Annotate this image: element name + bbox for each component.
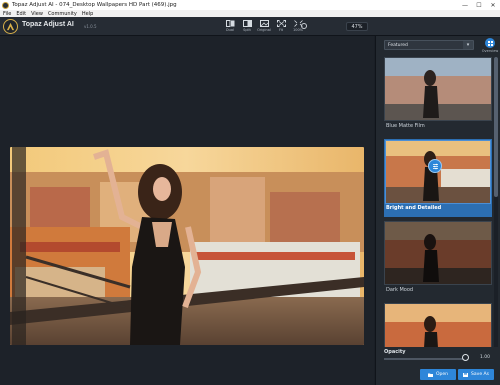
dual-view-icon: [225, 20, 234, 27]
zoom-level[interactable]: 47%: [346, 22, 368, 31]
sliders-icon[interactable]: [428, 159, 442, 173]
preset-name: Dark Mood: [386, 287, 414, 293]
preset-name: Bright and Detailed: [386, 205, 442, 211]
preset-dark-mood[interactable]: Dark Mood: [384, 221, 492, 299]
preset-thumbnail: [384, 57, 492, 121]
menu-bar: File Edit View Community Help: [0, 10, 500, 17]
preset-panel: Featured ▾ Overview Blue Matte Film Brig…: [375, 36, 500, 385]
menu-edit[interactable]: Edit: [16, 11, 26, 17]
split-view-button[interactable]: Split: [239, 19, 255, 34]
window-controls: — ☐ ✕: [458, 0, 500, 10]
preset-list: Blue Matte Film Bright and Detailed Dark…: [384, 57, 492, 347]
fit-label: Fit: [278, 28, 284, 32]
menu-view[interactable]: View: [31, 11, 43, 17]
fit-icon: [276, 20, 286, 27]
opacity-label: Opacity: [384, 349, 406, 355]
dual-view-button[interactable]: Dual: [222, 19, 238, 34]
scrollbar-thumb[interactable]: [494, 57, 498, 197]
original-view-icon: [259, 20, 269, 27]
window-title: Topaz Adjust AI - 074_Desktop Wallpapers…: [12, 2, 177, 8]
folder-icon: [427, 373, 433, 377]
open-button[interactable]: Open: [420, 369, 456, 380]
preset-thumbnail: [384, 221, 492, 285]
app-icon: [2, 1, 9, 9]
split-view-icon: [242, 20, 252, 27]
overview-button[interactable]: Overview: [480, 36, 500, 56]
preset-blue-matte-film[interactable]: Blue Matte Film: [384, 57, 492, 135]
compare-toggle-icon[interactable]: [301, 23, 307, 29]
view-tools: Dual Split Original Fit 100%: [222, 19, 307, 34]
preset-thumbnail: [384, 303, 492, 347]
preset-item-4[interactable]: [384, 303, 492, 347]
title-bar: Topaz Adjust AI - 074_Desktop Wallpapers…: [0, 0, 500, 10]
close-button[interactable]: ✕: [486, 0, 500, 10]
save-icon: [463, 372, 469, 377]
opacity-slider-handle[interactable]: [462, 354, 469, 361]
preset-scrollbar[interactable]: [494, 57, 498, 347]
preset-name: Blue Matte Film: [386, 123, 425, 129]
opacity-value: 1.00: [480, 355, 491, 360]
menu-help[interactable]: Help: [82, 11, 93, 17]
topaz-logo-icon: [3, 19, 18, 34]
toolbar: Topaz Adjust AI v1.0.5 Dual Split Origin…: [0, 17, 500, 36]
preview-image: [10, 147, 364, 345]
actual-size-label: 100%: [292, 28, 303, 32]
dropdown-value: Featured: [388, 42, 408, 48]
save-as-button[interactable]: Save As: [458, 369, 494, 380]
original-view-label: Original: [257, 28, 271, 32]
save-as-label: Save As: [471, 372, 489, 377]
opacity-slider[interactable]: [384, 358, 466, 360]
app-name: Topaz Adjust AI: [22, 21, 74, 28]
overview-label: Overview: [481, 49, 499, 53]
split-view-label: Split: [243, 28, 251, 32]
preset-bright-and-detailed[interactable]: Bright and Detailed: [384, 139, 492, 217]
dual-view-label: Dual: [225, 28, 235, 32]
open-label: Open: [435, 372, 449, 377]
image-canvas[interactable]: [0, 36, 374, 385]
menu-file[interactable]: File: [3, 11, 11, 17]
preset-category-dropdown[interactable]: Featured ▾: [384, 40, 474, 50]
maximize-button[interactable]: ☐: [472, 0, 486, 10]
fit-button[interactable]: Fit: [273, 19, 289, 34]
chevron-down-icon: ▾: [463, 41, 473, 49]
grid-icon: [485, 38, 495, 48]
minimize-button[interactable]: —: [458, 0, 472, 10]
menu-community[interactable]: Community: [48, 11, 77, 17]
original-view-button[interactable]: Original: [256, 19, 272, 34]
app-version: v1.0.5: [84, 24, 97, 29]
